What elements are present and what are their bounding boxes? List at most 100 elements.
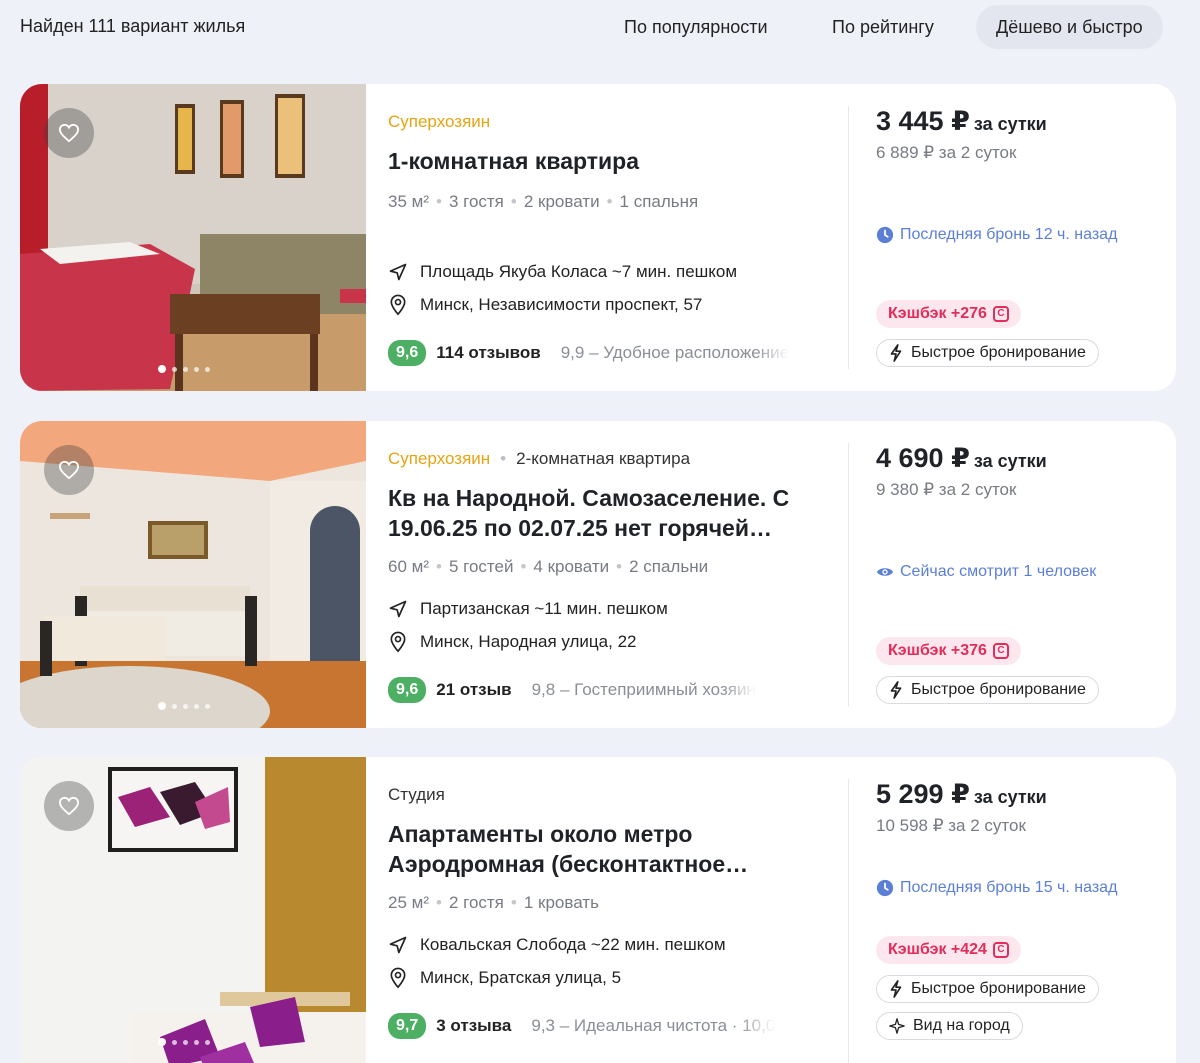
dot (194, 366, 199, 372)
photo-pagination[interactable] (158, 365, 210, 373)
dot (194, 1039, 199, 1045)
address-text: Минск, Братская улица, 5 (420, 968, 622, 987)
rating-row[interactable]: 9,6 21 отзыв 9,8 – Гостеприимный хозяин (388, 677, 828, 703)
listing-title[interactable]: Кв на Народной. Самозаселение. С 19.06.2… (388, 483, 828, 543)
metro-info: Площадь Якуба Коласа ~7 мин. пешком (388, 262, 737, 282)
top-rating-aspect: 9,3 – Идеальная чистота · 10,0 (531, 1016, 776, 1035)
listing-photo[interactable] (20, 84, 366, 391)
booking-hint: Последняя бронь 12 ч. назад (876, 226, 1117, 244)
spec-area: 35 м² (388, 192, 429, 211)
price-block: 5 299 ₽ за сутки 10 598 ₽ за 2 суток (876, 779, 1166, 836)
review-count[interactable]: 3 отзыва (436, 1016, 511, 1036)
heart-icon (58, 796, 80, 816)
listing-card[interactable]: Студия Апартаменты около метро Аэродромн… (20, 757, 1176, 1063)
location-pin-icon (390, 967, 406, 989)
photo-pagination[interactable] (158, 1038, 210, 1046)
sort-rating[interactable]: По рейтингу (812, 5, 954, 49)
listing-card[interactable]: Суперхозяин 1-комнатная квартира 35 м² • 3… (20, 84, 1176, 391)
listing-title[interactable]: Апартаменты около метро Аэродромная (бес… (388, 819, 828, 879)
dot (172, 1039, 177, 1045)
price-period: за сутки (973, 787, 1047, 807)
superhost-label: Суперхозяин (388, 112, 491, 131)
cashback-icon: C (992, 643, 1009, 659)
lightning-icon (890, 344, 902, 362)
dot-active (158, 365, 166, 373)
favorite-button[interactable] (44, 108, 94, 158)
booking-hint-text: Последняя бронь 15 ч. назад (900, 879, 1118, 896)
viewers-hint-text: Сейчас смотрит 1 человек (900, 563, 1097, 580)
favorite-button[interactable] (44, 445, 94, 495)
spec-beds: 2 кровати (523, 192, 600, 211)
metro-text: Ковальская Слобода ~22 мин. пешком (420, 935, 726, 954)
fast-booking-badge: Быстрое бронирование (876, 676, 1099, 704)
listing-info: Студия Апартаменты около метро Аэродромн… (388, 757, 858, 1063)
clock-icon (876, 226, 894, 244)
fast-booking-badge: Быстрое бронирование (876, 339, 1099, 367)
dot-active (158, 1038, 166, 1046)
navigation-arrow-icon (389, 263, 407, 281)
sort-popularity[interactable]: По популярности (604, 5, 788, 49)
property-type: 2-комнатная квартира (516, 449, 691, 468)
review-count[interactable]: 114 отзывов (436, 343, 540, 363)
booking-hint: Последняя бронь 15 ч. назад (876, 879, 1117, 897)
heart-icon (58, 123, 80, 143)
metro-info: Партизанская ~11 мин. пешком (388, 599, 668, 619)
divider (848, 779, 849, 1063)
spec-beds: 4 кровати (533, 557, 610, 576)
listing-tagline: Суперхозяин (388, 112, 490, 132)
address-info: Минск, Независимости проспект, 57 (388, 294, 702, 316)
spec-area: 25 м² (388, 893, 429, 912)
fast-booking-text: Быстрое бронирование (911, 344, 1086, 361)
results-count: Найден 111 вариант жилья (20, 16, 246, 36)
clock-icon (876, 879, 894, 897)
price-total: 6 889 ₽ за 2 суток (876, 143, 1017, 162)
superhost-label: Суперхозяин (388, 449, 491, 468)
photo-pagination[interactable] (158, 702, 210, 710)
price-period: за сутки (973, 451, 1047, 471)
cashback-badge: Кэшбэк +424 C (876, 936, 1021, 964)
dot (183, 1039, 188, 1045)
listing-card[interactable]: Суперхозяин • 2-комнатная квартира Кв на… (20, 421, 1176, 728)
favorite-button[interactable] (44, 781, 94, 831)
cashback-text: Кэшбэк +276 (888, 305, 987, 322)
rating-score: 9,6 (388, 340, 427, 366)
divider (848, 443, 849, 706)
price-period: за сутки (973, 114, 1047, 134)
dot (183, 366, 188, 372)
spec-bedrooms: 1 спальня (619, 192, 699, 211)
listing-info: Суперхозяин • 2-комнатная квартира Кв на… (388, 421, 858, 728)
listing-tagline: Студия (388, 785, 445, 805)
spec-guests: 5 гостей (448, 557, 514, 576)
rating-row[interactable]: 9,7 3 отзыва 9,3 – Идеальная чистота · 1… (388, 1013, 828, 1039)
address-text: Минск, Независимости проспект, 57 (420, 295, 703, 314)
price-per-night: 4 690 ₽ (876, 443, 970, 473)
listing-photo[interactable] (20, 757, 366, 1063)
heart-icon (58, 460, 80, 480)
city-view-text: Вид на город (913, 1017, 1010, 1034)
rating-row[interactable]: 9,6 114 отзывов 9,9 – Удобное расположен… (388, 340, 828, 366)
price-block: 3 445 ₽ за сутки 6 889 ₽ за 2 суток (876, 106, 1166, 163)
metro-info: Ковальская Слобода ~22 мин. пешком (388, 935, 726, 955)
listing-specs: 35 м² • 3 гостя • 2 кровати • 1 спальня (388, 192, 699, 211)
listing-title[interactable]: 1-комнатная квартира (388, 146, 828, 176)
sort-cheap-fast[interactable]: Дёшево и быстро (976, 5, 1163, 49)
eye-icon (876, 568, 894, 576)
dot (205, 366, 210, 372)
listing-info: Суперхозяин 1-комнатная квартира 35 м² • 3… (388, 84, 858, 391)
top-rating-aspect: 9,9 – Удобное расположение (560, 343, 790, 362)
price-total: 10 598 ₽ за 2 суток (876, 816, 1026, 835)
address-info: Минск, Народная улица, 22 (388, 631, 636, 653)
fast-booking-text: Быстрое бронирование (911, 980, 1086, 997)
dot (205, 703, 210, 709)
dot (172, 703, 177, 709)
listing-photo[interactable] (20, 421, 366, 728)
viewers-hint: Сейчас смотрит 1 человек (876, 563, 1096, 581)
listing-specs: 60 м² • 5 гостей • 4 кровати • 2 спальни (388, 557, 709, 576)
review-count[interactable]: 21 отзыв (436, 680, 511, 700)
rating-score: 9,7 (388, 1013, 427, 1039)
dot (205, 1039, 210, 1045)
cashback-text: Кэшбэк +376 (888, 642, 987, 659)
price-per-night: 3 445 ₽ (876, 106, 970, 136)
price-total: 9 380 ₽ за 2 суток (876, 480, 1017, 499)
spec-bedrooms: 2 спальни (629, 557, 709, 576)
